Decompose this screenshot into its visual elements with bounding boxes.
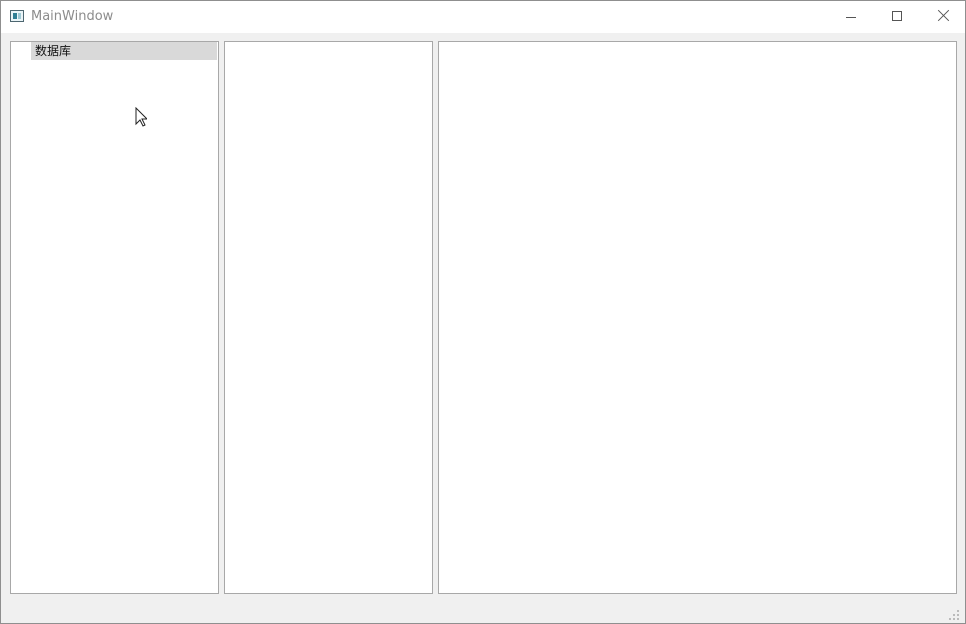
close-icon: [937, 9, 951, 23]
client-area: 数据库: [1, 33, 965, 623]
application-icon[interactable]: [10, 10, 24, 22]
minimize-button[interactable]: [829, 1, 875, 33]
tree-item-database[interactable]: 数据库: [31, 42, 217, 60]
window-title: MainWindow: [31, 9, 114, 24]
minimize-icon: [846, 17, 856, 18]
close-button[interactable]: [921, 1, 965, 33]
application-icon-pane-right: [18, 13, 21, 19]
maximize-button[interactable]: [875, 1, 921, 33]
resize-grip-icon[interactable]: [947, 607, 962, 622]
database-tree-panel[interactable]: 数据库: [10, 41, 219, 594]
tree-item-label: 数据库: [35, 44, 72, 58]
main-window: MainWindow 数据库: [0, 0, 966, 624]
application-icon-pane-left: [13, 13, 17, 19]
maximize-icon: [892, 11, 902, 21]
title-bar[interactable]: MainWindow: [1, 1, 965, 33]
main-panel[interactable]: [438, 41, 957, 594]
middle-panel[interactable]: [224, 41, 433, 594]
